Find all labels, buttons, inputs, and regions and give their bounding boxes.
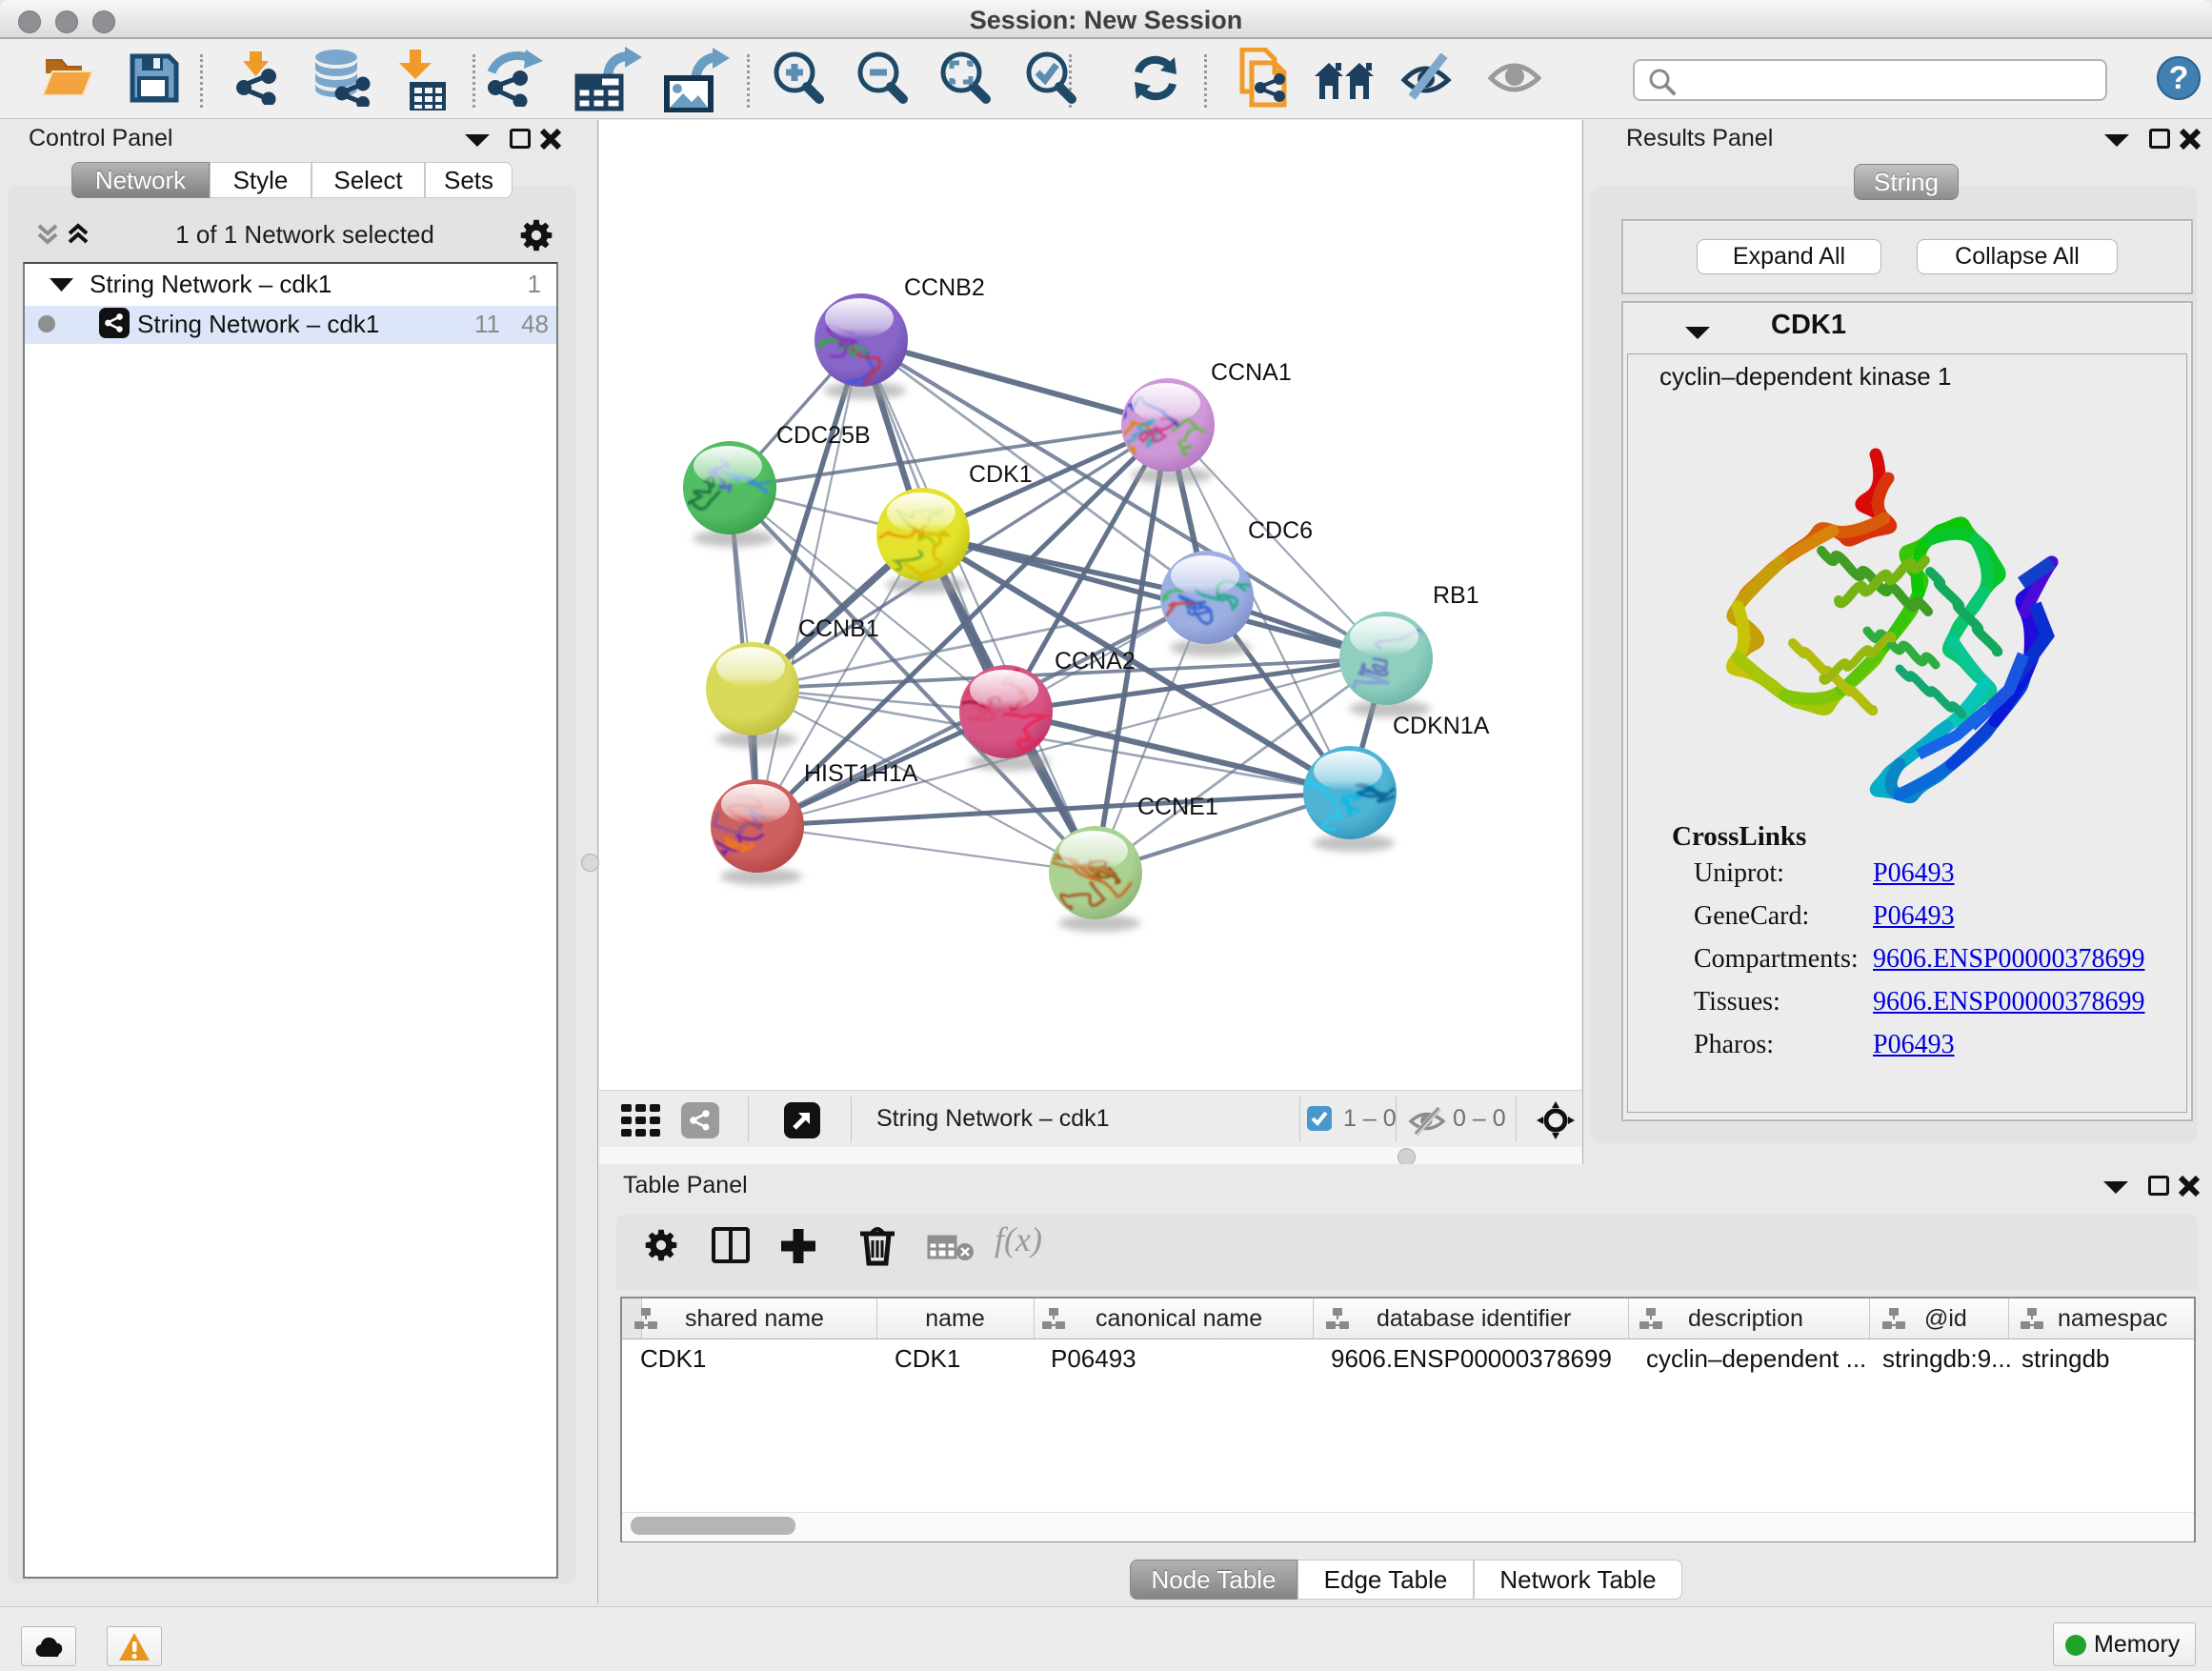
svg-text:CDK1: CDK1	[969, 461, 1033, 488]
svg-text:CCNB2: CCNB2	[904, 274, 985, 301]
svg-text:CCNA1: CCNA1	[1211, 359, 1292, 386]
svg-text:CCNE1: CCNE1	[1137, 794, 1218, 820]
svg-text:RB1: RB1	[1433, 582, 1479, 609]
svg-text:CCNA2: CCNA2	[1055, 648, 1136, 674]
svg-text:CCNB1: CCNB1	[798, 615, 879, 642]
svg-text:CDC6: CDC6	[1248, 517, 1313, 544]
svg-text:CDKN1A: CDKN1A	[1393, 713, 1490, 739]
svg-text:HIST1H1A: HIST1H1A	[804, 760, 918, 787]
svg-text:CDC25B: CDC25B	[776, 422, 871, 449]
